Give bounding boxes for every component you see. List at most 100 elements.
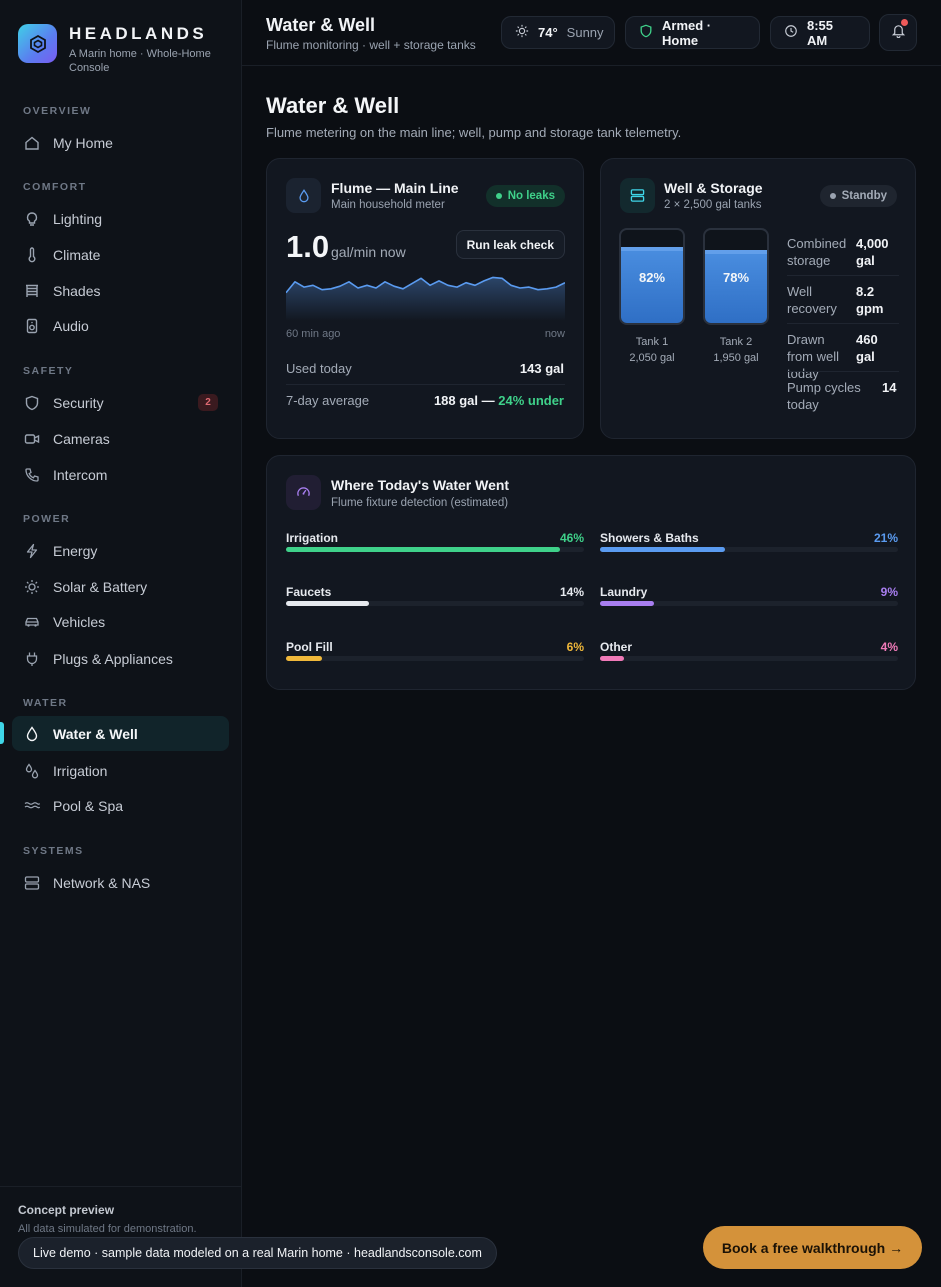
seven-day-average-label: 7-day average	[286, 392, 370, 408]
usage-percent: 9%	[880, 585, 898, 599]
tank-2: 78%	[703, 228, 769, 325]
drop-icon	[24, 725, 40, 742]
weather-condition: Sunny	[566, 25, 604, 40]
flow-rate-unit: gal/min now	[331, 244, 406, 260]
car-icon	[24, 614, 40, 630]
well-recovery-value: 8.2 gpm	[856, 284, 884, 316]
nav-section-power: POWER	[23, 513, 71, 525]
footer-text: All data simulated for demonstration.	[18, 1223, 197, 1235]
pump-status-text: Standby	[841, 190, 887, 202]
home-icon	[24, 135, 40, 151]
flow-sparkline	[286, 276, 565, 321]
pump-cycles-value: 14	[882, 380, 897, 395]
seven-day-average-delta: 24% under	[498, 392, 564, 408]
nav-item-intercom[interactable]: Intercom	[12, 457, 229, 492]
nav-item-solar-battery[interactable]: Solar & Battery	[12, 569, 229, 604]
nav-item-label: Pool & Spa	[53, 797, 124, 814]
nav-item-label: Climate	[53, 246, 101, 263]
usage-track	[286, 656, 584, 661]
divider	[787, 371, 899, 372]
nav-item-label: My Home	[53, 134, 113, 151]
divider	[787, 323, 899, 324]
security-alert-badge: 2	[198, 394, 218, 411]
shield-icon	[639, 24, 653, 41]
nav-section-overview: OVERVIEW	[23, 105, 92, 117]
plug-icon	[24, 651, 40, 667]
combined-storage-value: 4,000 gal	[856, 236, 889, 268]
security-status: Armed · Home	[662, 17, 712, 48]
nav-item-lighting[interactable]: Lighting	[12, 201, 229, 236]
usage-label: Laundry	[600, 585, 648, 599]
active-indicator	[0, 722, 4, 744]
brand[interactable]: HEADLANDS A Marin home · Whole-Home Cons…	[18, 24, 229, 75]
sidebar: HEADLANDS A Marin home · Whole-Home Cons…	[0, 0, 242, 1287]
nav-item-water-well[interactable]: Water & Well	[12, 716, 229, 751]
usage-label: Showers & Baths	[600, 531, 699, 545]
weather-pill[interactable]: 74° Sunny	[501, 16, 615, 49]
tank-1: 82%	[619, 228, 685, 325]
nav-item-label: Network & NAS	[53, 874, 151, 891]
weather-temp: 74°	[538, 25, 558, 40]
usage-percent: 14%	[559, 585, 584, 599]
tank-1-name: Tank 1	[635, 336, 669, 348]
usage-subtitle: Flume fixture detection (estimated)	[331, 497, 509, 509]
usage-percent: 4%	[880, 640, 898, 654]
usage-title: Where Today's Water Went	[331, 477, 510, 493]
camera-icon	[24, 431, 40, 447]
tank-2-label: Tank 2 1,950 gal	[703, 334, 769, 366]
current-time: 8:55 AM	[807, 17, 834, 48]
seven-day-average-row: 7-day average 188 gal — 24% under	[286, 384, 564, 416]
nav-item-label: Lighting	[53, 210, 103, 227]
nav-item-energy[interactable]: Energy	[12, 533, 229, 568]
droplets-icon	[24, 762, 40, 779]
usage-label: Faucets	[286, 585, 332, 599]
nav-item-vehicles[interactable]: Vehicles	[12, 604, 229, 639]
nav-item-label: Plugs & Appliances	[53, 650, 173, 667]
usage-track	[286, 547, 584, 552]
nav-item-pool-spa[interactable]: Pool & Spa	[12, 788, 229, 823]
notifications-button[interactable]	[879, 14, 917, 51]
status-dot	[495, 193, 502, 199]
nav-item-label: Water & Well	[53, 725, 138, 742]
tank-2-percent: 78%	[722, 270, 750, 285]
axis-end-label: now	[544, 328, 565, 340]
pump-status-badge: Standby	[819, 185, 897, 207]
usage-fill	[286, 601, 370, 606]
nav-item-irrigation[interactable]: Irrigation	[12, 753, 229, 788]
sun-icon	[515, 24, 529, 41]
server-icon	[24, 875, 40, 891]
nav-item-network-nas[interactable]: Network & NAS	[12, 865, 229, 900]
clock-pill: 8:55 AM	[770, 16, 870, 49]
nav-item-my-home[interactable]: My Home	[12, 125, 229, 160]
divider	[787, 275, 899, 276]
usage-fill	[600, 601, 654, 606]
usage-track	[600, 656, 898, 661]
demo-toast[interactable]: Live demo · sample data modeled on a rea…	[18, 1237, 497, 1269]
notification-dot	[901, 19, 908, 26]
gauge-icon	[286, 475, 321, 510]
nav-item-climate[interactable]: Climate	[12, 237, 229, 272]
usage-track	[600, 547, 898, 552]
axis-start-label: 60 min ago	[286, 328, 341, 340]
nav-item-shades[interactable]: Shades	[12, 273, 229, 308]
tank-2-volume: 1,950 gal	[713, 352, 759, 364]
book-walkthrough-button[interactable]: Book a free walkthrough →	[703, 1226, 922, 1269]
nav-item-audio[interactable]: Audio	[12, 308, 229, 343]
page-title: Water & Well	[266, 93, 400, 118]
brand-subtitle: A Marin home · Whole-Home Console	[69, 48, 211, 74]
run-leak-check-button[interactable]: Run leak check	[455, 230, 565, 259]
usage-label: Pool Fill	[286, 640, 333, 654]
blinds-icon	[24, 283, 40, 299]
usage-fill	[286, 656, 322, 661]
used-today-value: 143 gal	[519, 360, 564, 376]
usage-fill	[600, 547, 726, 552]
security-status-pill[interactable]: Armed · Home	[625, 16, 760, 49]
nav-item-cameras[interactable]: Cameras	[12, 421, 229, 456]
nav-item-plugs-appliances[interactable]: Plugs & Appliances	[12, 641, 229, 676]
flow-area	[286, 277, 565, 321]
clock-icon	[784, 24, 798, 41]
nav-item-security[interactable]: Security 2	[12, 385, 229, 420]
drawn-from-well-value: 460 gal	[856, 332, 878, 364]
topbar-subtitle: Flume monitoring · well + storage tanks	[266, 38, 476, 52]
drawn-from-well-label: Drawn from well today	[787, 332, 840, 381]
